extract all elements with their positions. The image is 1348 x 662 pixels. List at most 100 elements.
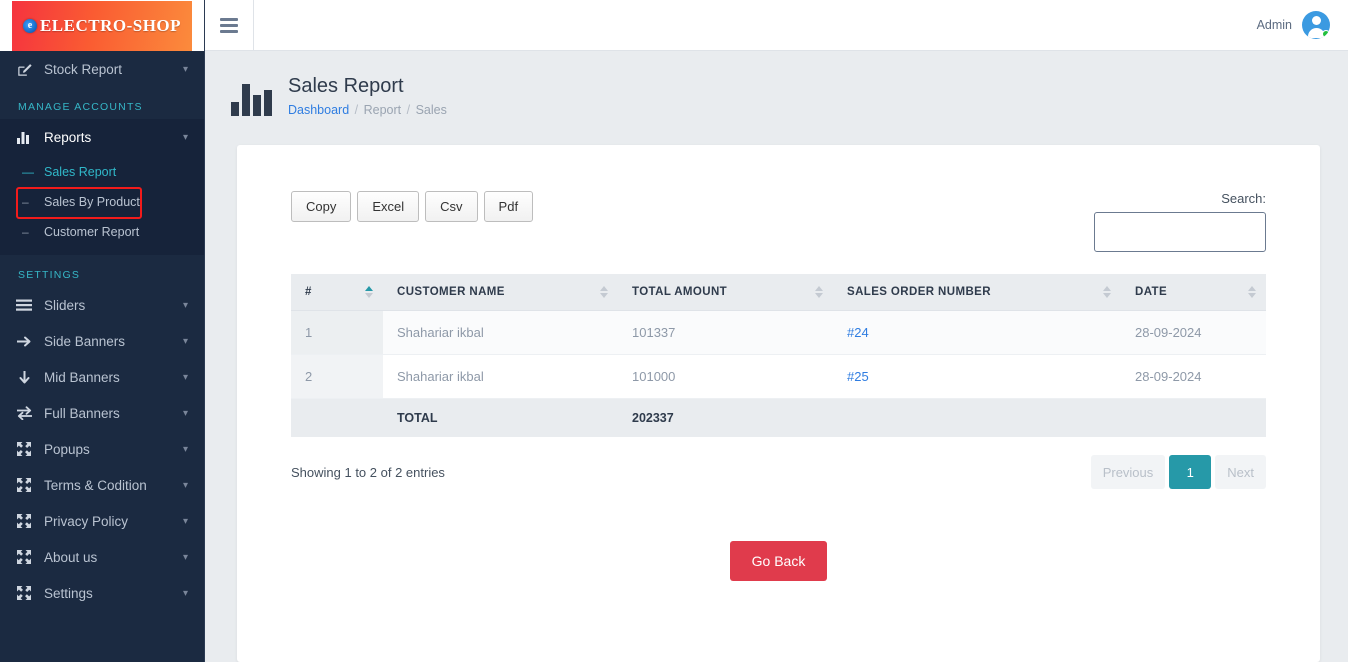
- chevron-down-icon: ▾: [182, 479, 188, 491]
- sidebar-item-label: Mid Banners: [44, 369, 120, 385]
- sales-order-link[interactable]: #24: [847, 325, 869, 340]
- cell-total-amount: 101000: [618, 354, 833, 399]
- excel-button[interactable]: Excel: [357, 191, 420, 222]
- breadcrumb-sales: Sales: [415, 103, 447, 117]
- dash-icon: —: [22, 165, 34, 179]
- table-foot: TOTAL 202337: [291, 398, 1266, 437]
- search-input[interactable]: [1094, 212, 1266, 252]
- sidebar-item-settings[interactable]: Settings ▾: [0, 575, 204, 611]
- breadcrumb-report: Report: [363, 103, 402, 117]
- sidebar-item-terms-condition[interactable]: Terms & Codition ▾: [0, 467, 204, 503]
- go-back-button[interactable]: Go Back: [729, 541, 828, 581]
- column-header-customer-name[interactable]: CUSTOMER NAME: [383, 274, 618, 311]
- sidebar-item-sales-report[interactable]: — Sales Report: [0, 157, 204, 187]
- sidebar-item-label: Stock Report: [44, 61, 123, 77]
- column-header-date[interactable]: DATE: [1121, 274, 1266, 311]
- cell-sales-order-number: #25: [833, 354, 1121, 399]
- sidebar-item-full-banners[interactable]: Full Banners ▾: [0, 395, 204, 431]
- bars-icon: [14, 299, 34, 311]
- pdf-button[interactable]: Pdf: [483, 191, 534, 222]
- bar-chart-icon: [14, 131, 34, 144]
- breadcrumb: Dashboard / Report / Sales: [288, 103, 447, 117]
- cell-date: 28-09-2024: [1121, 310, 1266, 355]
- brand-logo[interactable]: e ELECTRO-SHOP: [0, 0, 204, 51]
- cell-date: 28-09-2024: [1121, 354, 1266, 399]
- chevron-down-icon: ▾: [182, 63, 188, 75]
- sidebar-subitem-label: Sales Report: [44, 165, 117, 179]
- cell-total-amount: 101337: [618, 310, 833, 355]
- cell-sales-order-number: #24: [833, 310, 1121, 355]
- topbar-user-area[interactable]: Admin: [1257, 11, 1348, 39]
- expand-arrows-icon: [14, 586, 34, 600]
- total-amount: 202337: [618, 398, 833, 437]
- chevron-down-icon: ▾: [182, 443, 188, 455]
- csv-button[interactable]: Csv: [425, 191, 478, 222]
- sidebar-item-stock-report[interactable]: Stock Report ▾: [0, 51, 204, 87]
- app-root: e ELECTRO-SHOP Stock Report ▾ MANAGE ACC…: [0, 0, 1348, 662]
- cell-customer-name: Shahariar ikbal: [383, 310, 618, 355]
- chevron-down-icon: ▾: [182, 587, 188, 599]
- sidebar-item-label: Side Banners: [44, 333, 126, 349]
- total-spacer: [833, 398, 1121, 437]
- pagination-next[interactable]: Next: [1215, 455, 1266, 489]
- pagination-previous[interactable]: Previous: [1090, 455, 1166, 489]
- sidebar-item-sales-by-product[interactable]: – Sales By Product: [0, 187, 204, 217]
- chevron-down-icon: ▾: [182, 551, 188, 563]
- breadcrumb-separator: /: [406, 103, 411, 117]
- copy-button[interactable]: Copy: [291, 191, 352, 222]
- sales-report-table: # CUSTOMER NAME TOTAL AMOUNT SALES ORDER…: [291, 274, 1266, 437]
- pagination: Previous 1 Next: [1090, 455, 1266, 489]
- table-row[interactable]: 1 Shahariar ikbal 101337 #24 28-09-2024: [291, 310, 1266, 355]
- sidebar-item-label: Sliders: [44, 297, 86, 313]
- cell-index: 1: [291, 310, 383, 355]
- total-spacer: [1121, 398, 1266, 437]
- online-status-dot: [1322, 30, 1330, 38]
- expand-arrows-icon: [14, 514, 34, 528]
- sidebar-item-sliders[interactable]: Sliders ▾: [0, 287, 204, 323]
- main-area: Admin Sales Report Dashboard / Report /: [205, 0, 1348, 662]
- sidebar-item-label: Reports: [44, 129, 92, 145]
- entries-info: Showing 1 to 2 of 2 entries: [291, 464, 445, 480]
- sort-arrows-icon: [600, 286, 608, 298]
- sidebar-item-label: Popups: [44, 441, 90, 457]
- sidebar-item-reports[interactable]: Reports ▾: [0, 119, 204, 155]
- sidebar-item-customer-report[interactable]: – Customer Report: [0, 217, 204, 247]
- search-label: Search:: [1221, 191, 1266, 206]
- topbar-divider: [253, 0, 254, 51]
- bar-chart-icon: [231, 76, 272, 116]
- datatable-footer: Showing 1 to 2 of 2 entries Previous 1 N…: [291, 437, 1266, 489]
- table-row[interactable]: 2 Shahariar ikbal 101000 #25 28-09-2024: [291, 354, 1266, 399]
- chevron-down-icon: ▾: [182, 371, 188, 383]
- sidebar: e ELECTRO-SHOP Stock Report ▾ MANAGE ACC…: [0, 0, 205, 662]
- chevron-down-icon: ▾: [182, 515, 188, 527]
- sales-order-link[interactable]: #25: [847, 369, 869, 384]
- arrow-right-icon: [14, 335, 34, 348]
- avatar-head-icon: [1311, 16, 1321, 25]
- total-label: TOTAL: [383, 398, 618, 437]
- exchange-arrows-icon: [14, 406, 34, 420]
- export-button-group: Copy Excel Csv Pdf: [291, 191, 534, 222]
- sidebar-item-side-banners[interactable]: Side Banners ▾: [0, 323, 204, 359]
- sidebar-item-mid-banners[interactable]: Mid Banners ▾: [0, 359, 204, 395]
- pagination-page-1[interactable]: 1: [1169, 455, 1212, 489]
- menu-toggle-icon[interactable]: [205, 17, 253, 33]
- brand-e-icon: e: [22, 18, 37, 33]
- column-header-sales-order-number[interactable]: SALES ORDER NUMBER: [833, 274, 1121, 311]
- avatar[interactable]: [1302, 11, 1330, 39]
- topbar: Admin: [205, 0, 1348, 51]
- brand-name: ELECTRO-SHOP: [39, 15, 182, 35]
- admin-label: Admin: [1256, 18, 1292, 32]
- sidebar-item-privacy-policy[interactable]: Privacy Policy ▾: [0, 503, 204, 539]
- sidebar-item-popups[interactable]: Popups ▾: [0, 431, 204, 467]
- page-header: Sales Report Dashboard / Report / Sales: [205, 51, 1348, 117]
- column-label: CUSTOMER NAME: [397, 286, 505, 298]
- breadcrumb-dashboard[interactable]: Dashboard: [288, 103, 349, 117]
- column-header-index[interactable]: #: [291, 274, 383, 311]
- sort-arrows-icon: [1248, 286, 1256, 298]
- table-body: 1 Shahariar ikbal 101337 #24 28-09-2024 …: [291, 310, 1266, 399]
- table-header-row: # CUSTOMER NAME TOTAL AMOUNT SALES ORDER…: [291, 274, 1266, 311]
- sidebar-item-about-us[interactable]: About us ▾: [0, 539, 204, 575]
- column-label: SALES ORDER NUMBER: [847, 286, 991, 298]
- page-title: Sales Report: [288, 75, 404, 97]
- column-header-total-amount[interactable]: TOTAL AMOUNT: [618, 274, 833, 311]
